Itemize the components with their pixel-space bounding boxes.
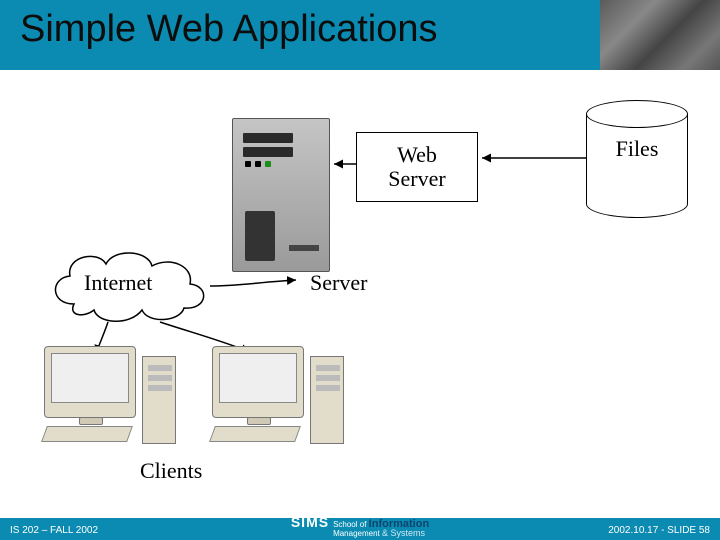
footer-logo-mgmt: Management [333, 529, 380, 538]
server-label: Server [310, 270, 367, 296]
footer-logo-sys: & Systems [382, 528, 425, 538]
footer-right-text: 2002.10.17 - SLIDE 58 [608, 525, 710, 536]
web-server-label: Web Server [388, 143, 445, 191]
footer-left-text: IS 202 – FALL 2002 [10, 525, 98, 536]
slide: Simple Web Applications [0, 0, 720, 540]
client-workstation-icon [212, 346, 362, 456]
internet-label: Internet [84, 270, 152, 296]
web-server-label-box: Web Server [356, 132, 478, 202]
clients-label: Clients [140, 458, 202, 484]
client-workstation-icon [44, 346, 194, 456]
footer-logo-sub: School of Information Management & Syste… [333, 520, 429, 538]
server-tower-icon [232, 118, 330, 272]
title-bar-photo [600, 0, 720, 70]
files-label: Files [596, 136, 678, 162]
footer-logo-line1: School of [333, 520, 366, 529]
footer-logo: SIMS School of Information Management & … [291, 514, 429, 538]
slide-title: Simple Web Applications [20, 8, 438, 51]
diagram-area: Web Server Files Internet Server [0, 70, 720, 518]
footer-logo-main: SIMS [291, 514, 329, 530]
